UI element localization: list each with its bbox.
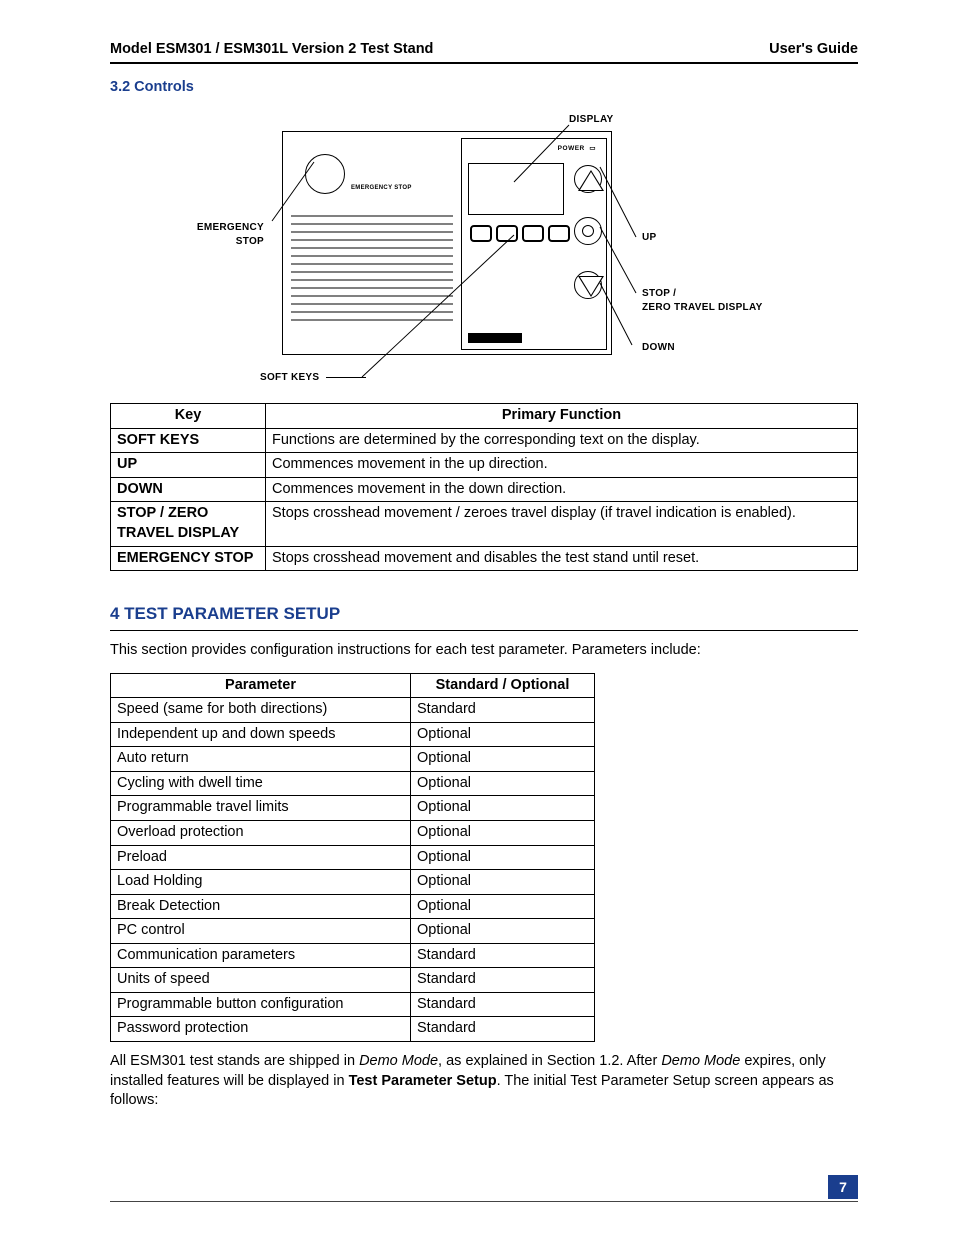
soft-key-3 <box>522 225 544 242</box>
table-header-row: Key Primary Function <box>111 404 858 429</box>
table-row: UPCommences movement in the up direction… <box>111 453 858 478</box>
table-row: Load HoldingOptional <box>111 870 595 895</box>
col-key: Key <box>111 404 266 429</box>
page-header: Model ESM301 / ESM301L Version 2 Test St… <box>110 40 858 64</box>
table-row: Speed (same for both directions)Standard <box>111 698 595 723</box>
page-number: 7 <box>828 1175 858 1199</box>
label-stop-zero: STOP / ZERO TRAVEL DISPLAY <box>642 287 763 314</box>
brand-bar <box>468 333 522 343</box>
soft-key-1 <box>470 225 492 242</box>
table-header-row: Parameter Standard / Optional <box>111 673 595 698</box>
control-panel: EMERGENCY STOP POWER ▭ <box>282 131 612 355</box>
display-screen <box>468 163 564 215</box>
label-emergency-stop: EMERGENCY STOP <box>164 221 264 248</box>
table-row: PC controlOptional <box>111 919 595 944</box>
button-cluster: POWER ▭ <box>461 138 607 350</box>
controls-table: Key Primary Function SOFT KEYSFunctions … <box>110 403 858 571</box>
footer-rule <box>110 1201 858 1202</box>
table-row: DOWNCommences movement in the down direc… <box>111 477 858 502</box>
table-row: Cycling with dwell timeOptional <box>111 771 595 796</box>
table-row: Independent up and down speedsOptional <box>111 722 595 747</box>
table-row: Auto returnOptional <box>111 747 595 772</box>
label-soft-keys: SOFT KEYS <box>260 371 366 385</box>
header-left: Model ESM301 / ESM301L Version 2 Test St… <box>110 40 433 60</box>
label-down: DOWN <box>642 341 675 355</box>
table-row: STOP / ZERO TRAVEL DISPLAYStops crosshea… <box>111 502 858 546</box>
section-4-intro: This section provides configuration inst… <box>110 641 858 661</box>
table-row: Programmable button configurationStandar… <box>111 992 595 1017</box>
table-row: Password protectionStandard <box>111 1017 595 1042</box>
soft-key-2 <box>496 225 518 242</box>
table-row: Communication parametersStandard <box>111 943 595 968</box>
section-4-title: 4 TEST PARAMETER SETUP <box>110 603 858 631</box>
col-parameter: Parameter <box>111 673 411 698</box>
col-primary-function: Primary Function <box>266 404 858 429</box>
power-label: POWER ▭ <box>558 145 596 154</box>
label-display: DISPLAY <box>569 113 614 127</box>
table-row: EMERGENCY STOPStops crosshead movement a… <box>111 546 858 571</box>
closing-paragraph: All ESM301 test stands are shipped in De… <box>110 1052 858 1111</box>
emergency-stop-button <box>305 154 345 194</box>
table-row: Break DetectionOptional <box>111 894 595 919</box>
header-right: User's Guide <box>769 40 858 60</box>
parameters-table: Parameter Standard / Optional Speed (sam… <box>110 673 595 1042</box>
label-up: UP <box>642 231 657 245</box>
table-row: Programmable travel limitsOptional <box>111 796 595 821</box>
panel-estop-label: EMERGENCY STOP <box>351 184 412 192</box>
table-row: Overload protectionOptional <box>111 820 595 845</box>
table-row: SOFT KEYSFunctions are determined by the… <box>111 428 858 453</box>
subsection-3-2-title: 3.2 Controls <box>110 78 858 98</box>
table-row: Units of speedStandard <box>111 968 595 993</box>
col-standard-optional: Standard / Optional <box>411 673 595 698</box>
soft-key-4 <box>548 225 570 242</box>
table-row: PreloadOptional <box>111 845 595 870</box>
controls-diagram: EMERGENCY STOP POWER ▭ <box>164 107 804 397</box>
